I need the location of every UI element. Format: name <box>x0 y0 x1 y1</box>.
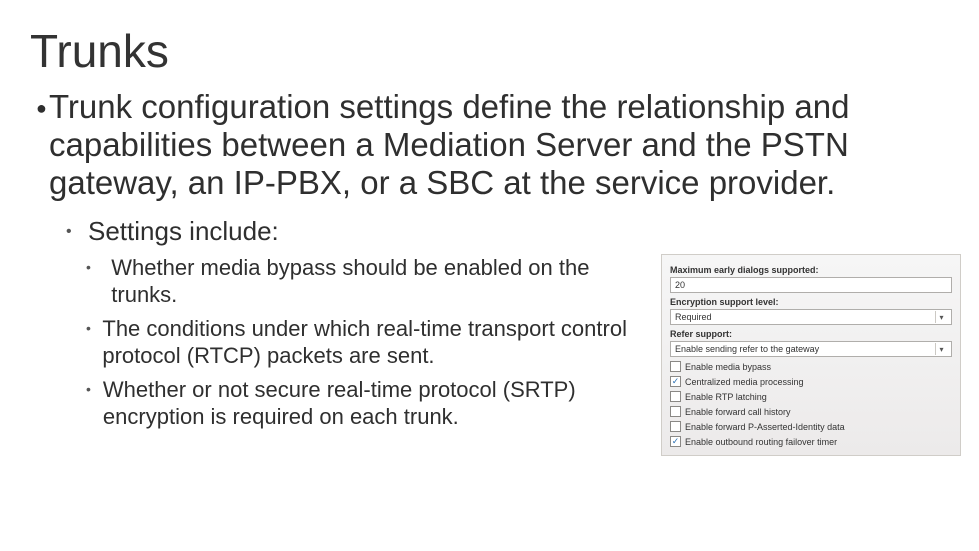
max-dialogs-label: Maximum early dialogs supported: <box>670 265 952 275</box>
refer-support-value: Enable sending refer to the gateway <box>675 344 819 354</box>
bullet-marker: • <box>86 254 111 280</box>
checkbox-row: Enable forward call history <box>670 406 952 417</box>
refer-support-dropdown[interactable]: Enable sending refer to the gateway ▾ <box>670 341 952 357</box>
bullet-marker: ● <box>30 88 49 128</box>
main-bullet-text: Trunk configuration settings define the … <box>49 88 949 202</box>
checkbox-row: ✓ Enable outbound routing failover timer <box>670 436 952 447</box>
checkbox-label: Enable forward call history <box>685 407 791 417</box>
encryption-dropdown[interactable]: Required ▾ <box>670 309 952 325</box>
bullet-marker: • <box>86 376 103 402</box>
checkbox-row: Enable forward P-Asserted-Identity data <box>670 421 952 432</box>
slide-title: Trunks <box>30 24 949 78</box>
checkbox-label: Enable RTP latching <box>685 392 767 402</box>
bullet-marker: • <box>86 315 102 341</box>
bullet-marker: • <box>66 216 88 248</box>
settings-detail-list: • Whether media bypass should be enabled… <box>86 254 646 431</box>
refer-support-label: Refer support: <box>670 329 952 339</box>
settings-include-label: Settings include: <box>88 216 279 247</box>
checkbox-label: Centralized media processing <box>685 377 804 387</box>
checkbox-row: Enable RTP latching <box>670 391 952 402</box>
checkbox-label: Enable media bypass <box>685 362 771 372</box>
list-item-text: Whether or not secure real-time protocol… <box>103 376 646 431</box>
list-item-text: Whether media bypass should be enabled o… <box>111 254 646 309</box>
encryption-label: Encryption support level: <box>670 297 952 307</box>
chevron-down-icon: ▾ <box>935 343 947 355</box>
centralized-media-checkbox[interactable]: ✓ <box>670 376 681 387</box>
enable-media-bypass-checkbox[interactable] <box>670 361 681 372</box>
list-item-text: The conditions under which real-time tra… <box>102 315 646 370</box>
chevron-down-icon: ▾ <box>935 311 947 323</box>
trunk-settings-panel: Maximum early dialogs supported: 20 Encr… <box>661 254 961 456</box>
enable-outbound-failover-checkbox[interactable]: ✓ <box>670 436 681 447</box>
list-item: • Whether or not secure real-time protoc… <box>86 376 646 431</box>
checkbox-row: ✓ Centralized media processing <box>670 376 952 387</box>
enable-forward-pai-checkbox[interactable] <box>670 421 681 432</box>
max-dialogs-value: 20 <box>675 280 685 290</box>
list-item: • The conditions under which real-time t… <box>86 315 646 370</box>
checkbox-label: Enable outbound routing failover timer <box>685 437 837 447</box>
max-dialogs-input[interactable]: 20 <box>670 277 952 293</box>
enable-rtp-latching-checkbox[interactable] <box>670 391 681 402</box>
settings-heading-row: • Settings include: <box>66 216 949 248</box>
checkbox-label: Enable forward P-Asserted-Identity data <box>685 422 845 432</box>
list-item: • Whether media bypass should be enabled… <box>86 254 646 309</box>
encryption-value: Required <box>675 312 712 322</box>
main-bullet-row: ● Trunk configuration settings define th… <box>30 88 949 202</box>
enable-forward-call-history-checkbox[interactable] <box>670 406 681 417</box>
checkbox-row: Enable media bypass <box>670 361 952 372</box>
slide: Trunks ● Trunk configuration settings de… <box>0 0 979 551</box>
